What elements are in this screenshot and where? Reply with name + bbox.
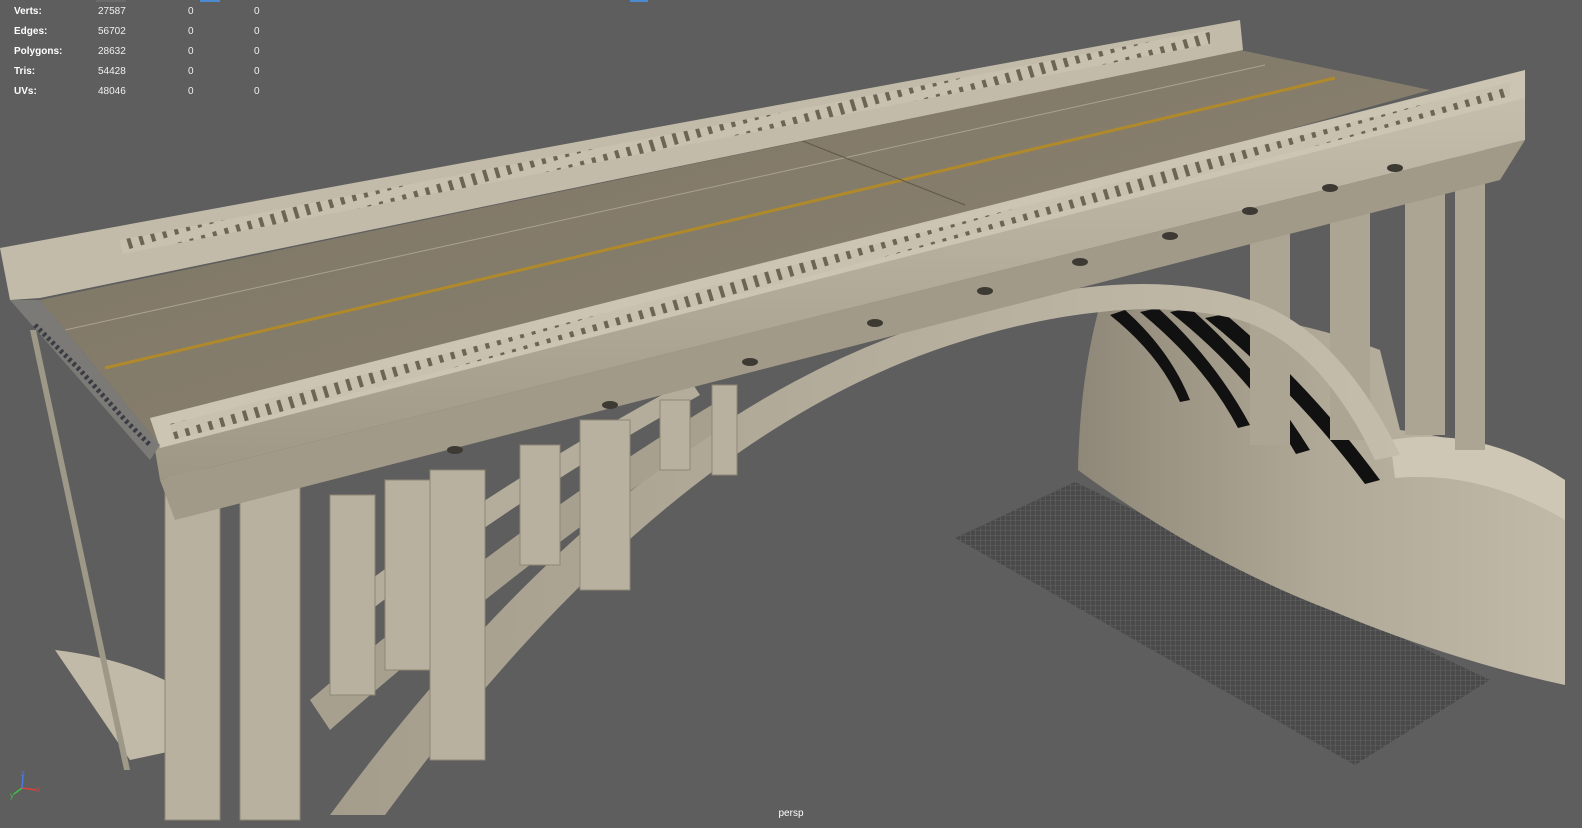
hud-selected: 0 xyxy=(188,46,194,57)
axis-z-label: z xyxy=(21,770,25,778)
hud-row-tris: Tris: 54428 0 0 xyxy=(14,62,284,82)
hud-selected: 0 xyxy=(188,6,194,17)
hud-value: 28632 xyxy=(98,46,126,57)
hud-row-verts: Verts: 27587 0 0 xyxy=(14,2,284,22)
hud-components: 0 xyxy=(254,66,260,77)
bridge-model[interactable] xyxy=(0,0,1582,828)
poly-count-hud: Verts: 27587 0 0 Edges: 56702 0 0 Polygo… xyxy=(14,2,284,102)
hud-value: 54428 xyxy=(98,66,126,77)
camera-name-label: persp xyxy=(778,808,804,819)
hud-components: 0 xyxy=(254,46,260,57)
hud-components: 0 xyxy=(254,86,260,97)
hud-selected: 0 xyxy=(188,86,194,97)
hud-value: 27587 xyxy=(98,6,126,17)
axis-gizmo-icon: z x y xyxy=(10,770,40,800)
hud-row-polygons: Polygons: 28632 0 0 xyxy=(14,42,284,62)
hud-selected: 0 xyxy=(188,66,194,77)
hud-row-edges: Edges: 56702 0 0 xyxy=(14,22,284,42)
hud-label: Polygons: xyxy=(14,46,63,57)
hud-value: 48046 xyxy=(98,86,126,97)
axis-y-label: y xyxy=(10,791,14,800)
3d-viewport[interactable]: Verts: 27587 0 0 Edges: 56702 0 0 Polygo… xyxy=(0,0,1582,828)
hud-label: Verts: xyxy=(14,6,42,17)
hud-label: UVs: xyxy=(14,86,37,97)
hud-row-uvs: UVs: 48046 0 0 xyxy=(14,82,284,102)
axis-x-label: x xyxy=(36,785,40,794)
hud-components: 0 xyxy=(254,26,260,37)
hud-label: Tris: xyxy=(14,66,36,77)
hud-selected: 0 xyxy=(188,26,194,37)
hud-components: 0 xyxy=(254,6,260,17)
hud-label: Edges: xyxy=(14,26,48,37)
hud-value: 56702 xyxy=(98,26,126,37)
